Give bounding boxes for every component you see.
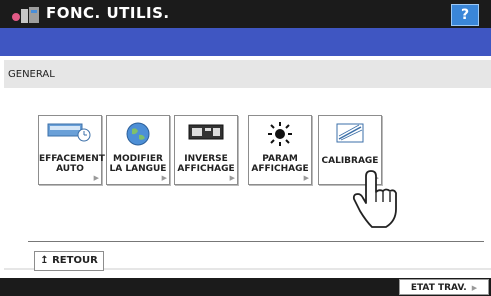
help-button[interactable]: ? bbox=[451, 4, 479, 26]
back-arrow-icon: ↥ bbox=[40, 255, 49, 266]
expand-arrow-icon: ▶ bbox=[471, 284, 478, 292]
button-label-line2: AFFICHAGE bbox=[177, 164, 235, 174]
display-settings-button[interactable]: PARAM AFFICHAGE ▶ bbox=[248, 115, 312, 185]
change-language-button[interactable]: MODIFIER LA LANGUE ▶ bbox=[106, 115, 170, 185]
button-label-line1: MODIFIER bbox=[112, 154, 163, 164]
section-label: GENERAL bbox=[8, 69, 55, 80]
button-label-line1: INVERSE bbox=[184, 154, 228, 164]
expand-arrow-icon: ▶ bbox=[303, 174, 309, 182]
back-button[interactable]: ↥ RETOUR bbox=[34, 251, 104, 271]
calibration-icon bbox=[336, 123, 364, 143]
expand-arrow-icon: ▶ bbox=[93, 174, 99, 182]
job-status-label: ETAT TRAV. bbox=[410, 283, 467, 293]
button-label-line1: CALIBRAGE bbox=[321, 156, 379, 166]
button-label-line1: PARAM bbox=[262, 154, 298, 164]
brightness-icon bbox=[268, 122, 292, 146]
message-bar bbox=[0, 28, 491, 56]
button-label-line2: AFFICHAGE bbox=[251, 164, 309, 174]
button-label-line1: EFFACEMENT bbox=[39, 154, 105, 164]
page-title: FONC. UTILIS. bbox=[46, 4, 170, 22]
job-status-button[interactable]: ETAT TRAV. ▶ bbox=[399, 279, 489, 295]
display-inverse-icon bbox=[188, 124, 224, 140]
back-label: RETOUR bbox=[52, 255, 98, 266]
auto-clear-button[interactable]: EFFACEMENT AUTO ▶ bbox=[38, 115, 105, 185]
expand-arrow-icon: ▶ bbox=[229, 174, 235, 182]
button-label-line2: AUTO bbox=[56, 164, 84, 174]
auto-clear-icon bbox=[47, 123, 91, 142]
divider bbox=[28, 241, 484, 242]
status-bar: ETAT TRAV. ▶ bbox=[0, 278, 491, 296]
title-bar: FONC. UTILIS. ? bbox=[0, 0, 491, 28]
expand-arrow-icon: ▶ bbox=[161, 174, 167, 182]
globe-icon bbox=[126, 122, 150, 146]
user-functions-icon bbox=[12, 7, 39, 23]
display-inverse-button[interactable]: INVERSE AFFICHAGE ▶ bbox=[174, 115, 238, 185]
button-label-line2: LA LANGUE bbox=[109, 164, 167, 174]
pointer-hand-icon bbox=[352, 170, 397, 228]
